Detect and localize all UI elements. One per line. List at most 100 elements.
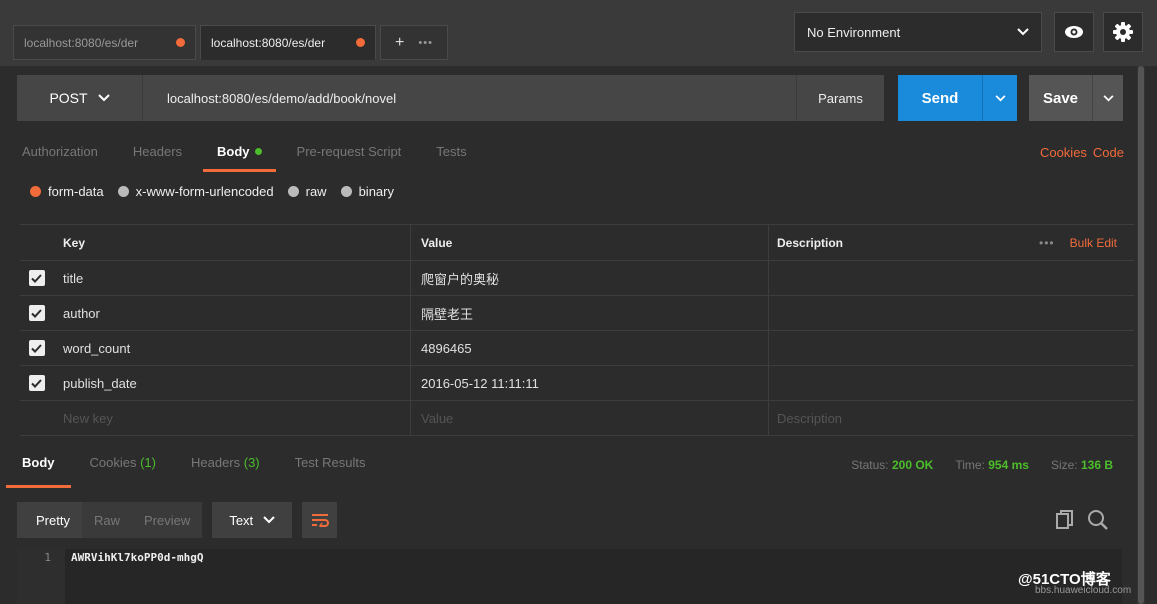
request-tab-2[interactable]: localhost:8080/es/der <box>200 25 376 60</box>
tab-body[interactable]: Body <box>203 140 275 172</box>
request-links: Cookies Code <box>1040 145 1124 160</box>
form-data-table: Key Value Description ••• Bulk Edit titl… <box>20 224 1134 436</box>
radio-binary[interactable]: binary <box>340 184 394 199</box>
tab-authorization[interactable]: Authorization <box>22 140 98 172</box>
tab-actions: + ••• <box>380 25 448 60</box>
url-bar: POST localhost:8080/es/demo/add/book/nov… <box>17 75 884 121</box>
bulk-edit-link[interactable]: Bulk Edit <box>1070 236 1117 250</box>
response-status: Status: 200 OK Time: 954 ms Size: 136 B <box>851 458 1113 472</box>
unsaved-dot-icon <box>356 38 365 47</box>
value-cell[interactable]: 爬窗户的奥秘 <box>410 261 768 295</box>
unsaved-dot-icon <box>176 38 185 47</box>
chevron-down-icon <box>263 516 275 524</box>
new-row: New key Value Description <box>20 401 1134 436</box>
tab-body-label: Body <box>217 143 250 159</box>
scrollbar-thumb[interactable] <box>1138 66 1144 604</box>
bulk-actions: ••• Bulk Edit <box>1039 236 1117 250</box>
size-label: Size: <box>1050 458 1078 472</box>
save-button[interactable]: Save <box>1029 75 1123 121</box>
response-body-content: AWRVihKl7koPP0d-mhgQ <box>71 551 204 564</box>
checkbox-checked-icon[interactable] <box>28 270 45 286</box>
more-icon[interactable]: ••• <box>1039 236 1055 250</box>
description-cell[interactable] <box>768 366 1134 400</box>
value-cell[interactable]: 4896465 <box>410 331 768 365</box>
request-tab-strip: localhost:8080/es/der localhost:8080/es/… <box>13 25 448 60</box>
plus-icon[interactable]: + <box>395 34 404 52</box>
view-preview[interactable]: Preview <box>132 502 202 538</box>
tab-headers[interactable]: Headers <box>133 140 182 172</box>
code-link[interactable]: Code <box>1093 145 1124 160</box>
view-pretty[interactable]: Pretty <box>17 502 82 538</box>
new-value-input[interactable]: Value <box>410 401 768 435</box>
new-key-input[interactable]: New key <box>53 411 410 426</box>
active-dot-icon <box>254 147 262 155</box>
url-input[interactable]: localhost:8080/es/demo/add/book/novel <box>143 91 796 106</box>
checkbox-checked-icon[interactable] <box>28 375 45 391</box>
key-cell[interactable]: title <box>53 271 410 286</box>
request-tabs: Authorization Headers Body Pre-request S… <box>22 140 467 172</box>
tab-response-headers[interactable]: Headers (3) <box>191 450 260 488</box>
method-label: POST <box>49 90 88 106</box>
cookies-link[interactable]: Cookies <box>1040 145 1087 160</box>
search-icon[interactable] <box>1087 509 1109 534</box>
method-select[interactable]: POST <box>17 75 143 121</box>
send-label[interactable]: Send <box>898 75 982 121</box>
checkbox-checked-icon[interactable] <box>28 305 45 321</box>
request-tab-label: localhost:8080/es/der <box>211 35 326 50</box>
scrollbar[interactable] <box>1137 66 1145 604</box>
copy-icon[interactable] <box>1055 509 1075 534</box>
params-button[interactable]: Params <box>796 75 884 121</box>
radio-icon <box>287 186 299 197</box>
gear-icon <box>1113 22 1133 42</box>
status-label: Status: <box>851 458 889 472</box>
request-tab-label: localhost:8080/es/der <box>24 35 139 50</box>
table-header-row: Key Value Description ••• Bulk Edit <box>20 224 1134 261</box>
value-cell[interactable]: 隔壁老王 <box>410 296 768 330</box>
table-row: author 隔壁老王 <box>20 296 1134 331</box>
tab-test-results[interactable]: Test Results <box>295 450 366 488</box>
table-row: word_count 4896465 <box>20 331 1134 366</box>
key-cell[interactable]: word_count <box>53 341 410 356</box>
value-cell[interactable]: 2016-05-12 11:11:11 <box>410 366 768 400</box>
checkbox-checked-icon[interactable] <box>28 340 45 356</box>
eye-button[interactable] <box>1054 12 1094 52</box>
response-view-toolbar: Pretty Raw Preview Text <box>17 502 338 538</box>
time-label: Time: <box>955 458 985 472</box>
radio-raw[interactable]: raw <box>287 184 327 199</box>
view-raw[interactable]: Raw <box>82 502 132 538</box>
key-cell[interactable]: author <box>53 306 410 321</box>
format-select[interactable]: Text <box>212 502 293 538</box>
tab-response-cookies[interactable]: Cookies (1) <box>90 450 156 488</box>
status-item: Status: 200 OK <box>851 458 933 472</box>
description-cell[interactable] <box>768 331 1134 365</box>
wrap-lines-button[interactable] <box>302 502 338 538</box>
save-options-button[interactable] <box>1092 75 1123 121</box>
tab-pre-request-script[interactable]: Pre-request Script <box>297 140 402 172</box>
response-tabs: Body Cookies (1) Headers (3) Test Result… <box>6 450 366 488</box>
settings-button[interactable] <box>1103 12 1143 52</box>
send-options-button[interactable] <box>982 75 1017 121</box>
environment-select[interactable]: No Environment <box>794 12 1042 52</box>
tab-tests[interactable]: Tests <box>436 140 466 172</box>
new-description-input[interactable]: Description <box>768 401 1134 435</box>
more-tabs-icon[interactable]: ••• <box>418 37 433 49</box>
radio-icon <box>117 186 129 197</box>
key-cell[interactable]: publish_date <box>53 376 410 391</box>
response-body-editor[interactable]: 1 AWRVihKl7koPP0d-mhgQ <box>17 549 1122 604</box>
radio-x-www-form-urlencoded[interactable]: x-www-form-urlencoded <box>117 184 274 199</box>
format-label: Text <box>229 512 254 528</box>
radio-form-data[interactable]: form-data <box>30 184 104 199</box>
send-button[interactable]: Send <box>898 75 1017 121</box>
radio-label: form-data <box>48 184 104 199</box>
description-cell[interactable] <box>768 261 1134 295</box>
description-cell[interactable] <box>768 296 1134 330</box>
top-bar: localhost:8080/es/der localhost:8080/es/… <box>0 0 1157 66</box>
header-description: Description ••• Bulk Edit <box>768 225 1134 260</box>
tab-response-body[interactable]: Body <box>6 450 70 488</box>
chevron-down-icon <box>995 94 1005 101</box>
request-tab-1[interactable]: localhost:8080/es/der <box>13 25 196 60</box>
chevron-down-icon <box>97 94 110 102</box>
time-item: Time: 954 ms <box>955 458 1029 472</box>
chevron-down-icon <box>1017 28 1029 36</box>
save-label[interactable]: Save <box>1029 75 1092 121</box>
